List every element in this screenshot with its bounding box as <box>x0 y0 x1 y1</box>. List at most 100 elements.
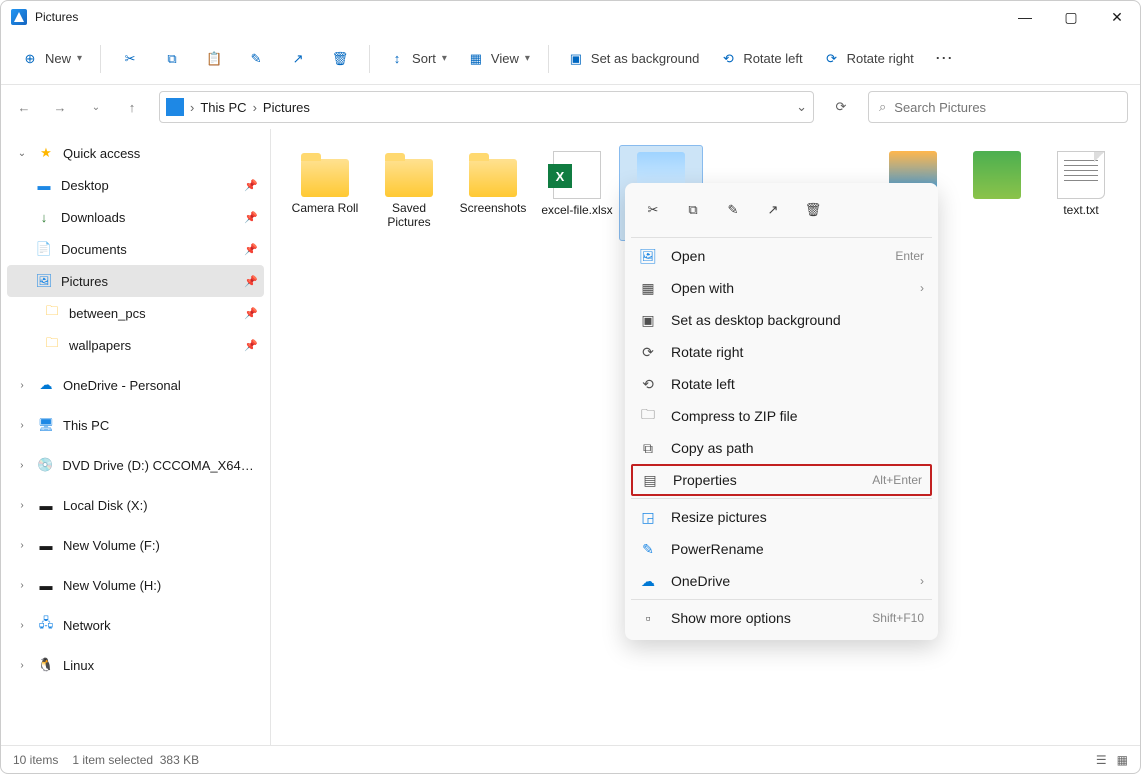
titlebar: Pictures — ▢ ✕ <box>1 1 1140 33</box>
copy-icon: ⧉ <box>688 202 697 218</box>
context-menu: ✂ ⧉ ✎ ↗ 🗑 🖼OpenEnter ▦Open with› ▣Set as… <box>625 183 938 640</box>
paste-button[interactable]: 📋 <box>195 42 233 76</box>
maximize-button[interactable]: ▢ <box>1048 1 1094 33</box>
rename-icon: ✎ <box>728 202 739 218</box>
ctx-more-options[interactable]: ▫Show more optionsShift+F10 <box>631 602 932 634</box>
ctx-open[interactable]: 🖼OpenEnter <box>631 240 932 272</box>
ctx-open-with[interactable]: ▦Open with› <box>631 272 932 304</box>
file-hidden3[interactable] <box>955 145 1039 241</box>
nav-between[interactable]: 🗀between_pcs📌 <box>7 297 264 329</box>
close-button[interactable]: ✕ <box>1094 1 1140 33</box>
ctx-onedrive[interactable]: ☁OneDrive› <box>631 565 932 597</box>
ctx-copy[interactable]: ⧉ <box>675 193 711 227</box>
rename-icon: ✎ <box>247 50 265 68</box>
more-button[interactable]: ⋯ <box>926 42 964 76</box>
ctx-rotate-left[interactable]: ⟲Rotate left <box>631 368 932 400</box>
status-count: 10 items <box>13 753 58 767</box>
folder-icon <box>301 159 349 197</box>
nav-thispc[interactable]: ›🖥This PC <box>7 409 264 441</box>
details-view-button[interactable]: ☰ <box>1096 753 1107 767</box>
ctx-zip[interactable]: 🗀Compress to ZIP file <box>631 400 932 432</box>
folder-icon <box>469 159 517 197</box>
ctx-set-bg[interactable]: ▣Set as desktop background <box>631 304 932 336</box>
zip-icon: 🗀 <box>639 404 657 428</box>
view-button[interactable]: ▦View▾ <box>459 42 538 76</box>
nav-pictures[interactable]: 🖼Pictures📌 <box>7 265 264 297</box>
nav-desktop[interactable]: ▬Desktop📌 <box>7 169 264 201</box>
rename-button[interactable]: ✎ <box>237 42 275 76</box>
file-screenshots[interactable]: Screenshots <box>451 145 535 241</box>
rotate-left-icon: ⟲ <box>639 376 657 393</box>
rotate-left-icon: ⟲ <box>719 50 737 68</box>
minimize-button[interactable]: — <box>1002 1 1048 33</box>
ctx-delete[interactable]: 🗑 <box>795 193 831 227</box>
breadcrumb[interactable]: › This PC › Pictures ⌄ <box>159 91 814 123</box>
sort-button[interactable]: ↕Sort▾ <box>380 42 455 76</box>
file-excel[interactable]: excel-file.xlsx <box>535 145 619 241</box>
onedrive-icon: ☁ <box>639 573 657 590</box>
file-text[interactable]: text.txt <box>1039 145 1123 241</box>
nav-documents[interactable]: 📄Documents📌 <box>7 233 264 265</box>
up-button[interactable]: ↑ <box>117 92 147 122</box>
recent-button[interactable]: ⌄ <box>81 92 111 122</box>
share-icon: ↗ <box>289 50 307 68</box>
nav-row: ← → ⌄ ↑ › This PC › Pictures ⌄ ⟳ ⌕ <box>1 85 1140 129</box>
search-icon: ⌕ <box>879 99 886 115</box>
window-title: Pictures <box>35 10 78 24</box>
rotate-right-icon: ⟳ <box>823 50 841 68</box>
toolbar: ⊕New▾ ✂ ⧉ 📋 ✎ ↗ 🗑 ↕Sort▾ ▦View▾ ▣Set as … <box>1 33 1140 85</box>
more-icon: ▫ <box>639 610 657 626</box>
nav-onedrive[interactable]: ›☁OneDrive - Personal <box>7 369 264 401</box>
copy-button[interactable]: ⧉ <box>153 42 191 76</box>
nav-volf[interactable]: ›▬New Volume (F:) <box>7 529 264 561</box>
share-button[interactable]: ↗ <box>279 42 317 76</box>
new-button[interactable]: ⊕New▾ <box>13 42 90 76</box>
nav-localx[interactable]: ›▬Local Disk (X:) <box>7 489 264 521</box>
rotate-right-icon: ⟳ <box>639 344 657 361</box>
set-background-button[interactable]: ▣Set as background <box>559 42 707 76</box>
paste-icon: 📋 <box>205 50 223 68</box>
app-icon <box>11 9 27 25</box>
rotate-right-button[interactable]: ⟳Rotate right <box>815 42 922 76</box>
scissors-icon: ✂ <box>648 202 659 218</box>
status-selection: 1 item selected 383 KB <box>72 753 199 767</box>
sort-icon: ↕ <box>388 50 406 68</box>
cut-button[interactable]: ✂ <box>111 42 149 76</box>
trash-icon: 🗑 <box>805 202 822 218</box>
nav-pane: ⌄★Quick access ▬Desktop📌 ↓Downloads📌 📄Do… <box>1 129 271 745</box>
ctx-rotate-right[interactable]: ⟳Rotate right <box>631 336 932 368</box>
ctx-properties[interactable]: ▤PropertiesAlt+Enter <box>631 464 932 496</box>
open-icon: 🖼 <box>639 248 657 265</box>
image-icon <box>973 151 1021 199</box>
nav-quick-access[interactable]: ⌄★Quick access <box>7 137 264 169</box>
text-icon <box>1057 151 1105 199</box>
forward-button[interactable]: → <box>45 92 75 122</box>
pictures-icon <box>166 98 184 116</box>
ctx-power-rename[interactable]: ✎PowerRename <box>631 533 932 565</box>
search-input[interactable] <box>894 100 1117 115</box>
delete-button[interactable]: 🗑 <box>321 42 359 76</box>
rotate-left-button[interactable]: ⟲Rotate left <box>711 42 810 76</box>
ctx-share[interactable]: ↗ <box>755 193 791 227</box>
nav-network[interactable]: ›🖧Network <box>7 609 264 641</box>
share-icon: ↗ <box>768 202 779 218</box>
back-button[interactable]: ← <box>9 92 39 122</box>
nav-volh[interactable]: ›▬New Volume (H:) <box>7 569 264 601</box>
nav-downloads[interactable]: ↓Downloads📌 <box>7 201 264 233</box>
ctx-resize[interactable]: ◲Resize pictures <box>631 501 932 533</box>
nav-dvd[interactable]: ›💿DVD Drive (D:) CCCOMA_X64FRE_EN-US <box>7 449 264 481</box>
file-saved-pictures[interactable]: Saved Pictures <box>367 145 451 241</box>
nav-linux[interactable]: ›🐧Linux <box>7 649 264 681</box>
ctx-copy-path[interactable]: ⧉Copy as path <box>631 432 932 464</box>
ctx-rename[interactable]: ✎ <box>715 193 751 227</box>
search-box[interactable]: ⌕ <box>868 91 1128 123</box>
refresh-button[interactable]: ⟳ <box>826 92 856 122</box>
file-camera-roll[interactable]: Camera Roll <box>283 145 367 241</box>
ctx-cut[interactable]: ✂ <box>635 193 671 227</box>
plus-icon: ⊕ <box>21 50 39 68</box>
status-bar: 10 items 1 item selected 383 KB ☰ ▦ <box>1 745 1140 773</box>
folder-icon <box>385 159 433 197</box>
scissors-icon: ✂ <box>121 50 139 68</box>
icons-view-button[interactable]: ▦ <box>1117 753 1128 767</box>
nav-wallpapers[interactable]: 🗀wallpapers📌 <box>7 329 264 361</box>
